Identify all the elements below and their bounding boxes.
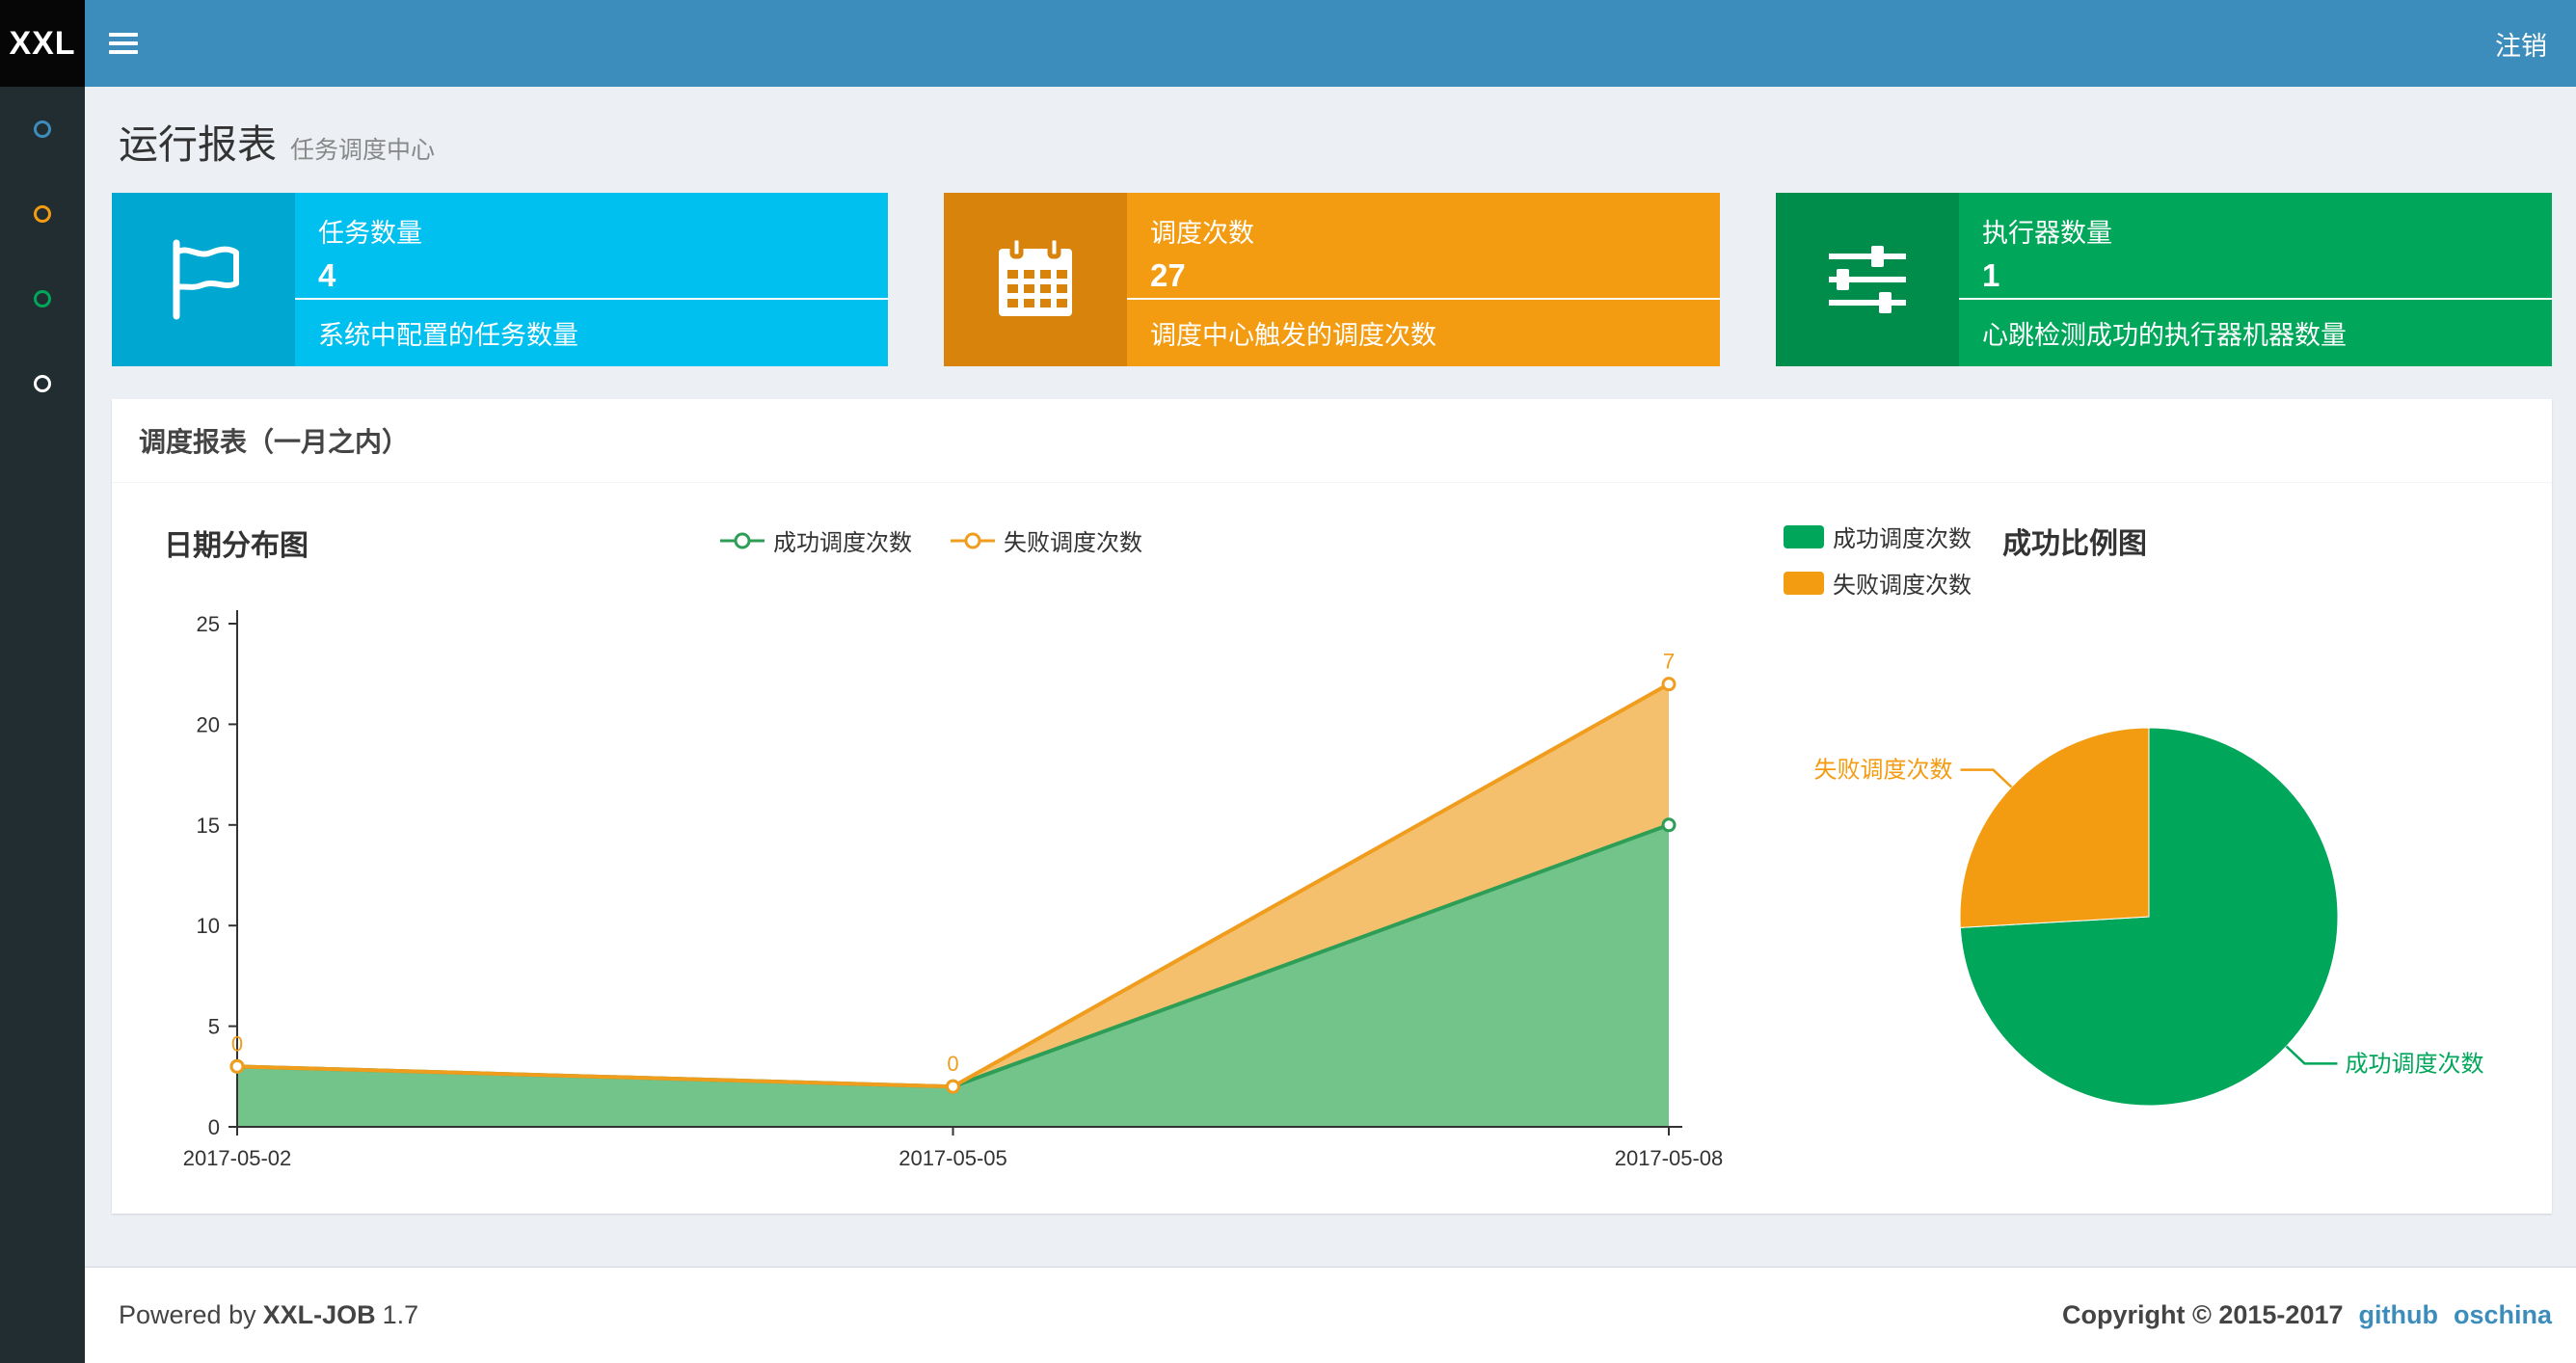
svg-text:0: 0: [947, 1052, 958, 1076]
copyright-text: Copyright © 2015-2017: [2061, 1300, 2344, 1329]
svg-text:5: 5: [208, 1015, 220, 1039]
svg-text:7: 7: [1663, 650, 1675, 674]
flag-icon: [173, 239, 239, 320]
stat-box-triggers: 调度次数 27 调度中心触发的调度次数: [944, 193, 1720, 366]
stat-desc: 心跳检测成功的执行器机器数量: [1959, 298, 2552, 366]
sidebar-menu-item-4[interactable]: [0, 341, 85, 426]
report-card-title: 调度报表（一月之内）: [112, 399, 2552, 483]
circle-icon: [34, 375, 51, 392]
stat-desc: 调度中心触发的调度次数: [1127, 298, 1720, 366]
stat-box-icon-area: [112, 193, 295, 366]
page-title: 运行报表: [119, 122, 277, 167]
powered-by-text: Powered by: [119, 1300, 256, 1329]
success-ratio-chart[interactable]: 成功调度次数 失败调度次数: [1731, 641, 2576, 1200]
stat-title: 任务数量: [318, 219, 422, 248]
svg-text:0: 0: [231, 1031, 243, 1056]
calendar-icon: [999, 235, 1072, 316]
github-link[interactable]: github: [2359, 1300, 2438, 1330]
legend-item-fail[interactable]: 失败调度次数: [951, 523, 1142, 557]
footer: Powered by XXL-JOB 1.7 Copyright © 2015-…: [85, 1267, 2576, 1363]
product-version: 1.7: [382, 1300, 419, 1329]
logout-link[interactable]: 注销: [2495, 25, 2547, 63]
svg-text:成功调度次数: 成功调度次数: [2345, 1051, 2483, 1077]
stat-value: 27: [1150, 257, 1186, 293]
app-logo[interactable]: XXL: [0, 0, 85, 87]
legend-label: 成功调度次数: [773, 530, 912, 556]
report-card: 调度报表（一月之内） 日期分布图 成功调度次数 失败调度次数 0 5 10 15…: [112, 399, 2552, 1214]
legend-label: 失败调度次数: [1833, 573, 1972, 599]
pie-chart-title: 成功比例图: [2002, 528, 2147, 560]
line-marker-icon: [720, 532, 765, 548]
legend-swatch: [1784, 571, 1824, 595]
stat-title: 执行器数量: [1982, 219, 2112, 248]
svg-text:2017-05-02: 2017-05-02: [183, 1146, 292, 1170]
svg-text:25: 25: [197, 612, 220, 636]
svg-text:失败调度次数: 失败调度次数: [1814, 758, 1953, 784]
date-distribution-section: 日期分布图 成功调度次数 失败调度次数 0 5 10 15 20 25 2017…: [131, 496, 1731, 1194]
top-navbar: XXL 注销: [0, 0, 2576, 87]
legend-item-success[interactable]: 成功调度次数: [720, 523, 912, 557]
stat-title: 调度次数: [1150, 219, 1254, 248]
stat-box-icon-area: [944, 193, 1127, 366]
svg-text:2017-05-05: 2017-05-05: [899, 1146, 1007, 1170]
hamburger-icon: [109, 28, 138, 59]
page-subtitle: 任务调度中心: [290, 137, 436, 164]
legend-item-fail[interactable]: 失败调度次数: [1784, 566, 1972, 600]
svg-text:15: 15: [197, 814, 220, 838]
legend-item-success[interactable]: 成功调度次数: [1784, 520, 1972, 553]
circle-icon: [34, 120, 51, 138]
svg-text:20: 20: [197, 712, 220, 736]
stat-box-icon-area: [1776, 193, 1959, 366]
stat-box-jobs: 任务数量 4 系统中配置的任务数量: [112, 193, 888, 366]
content-area: 运行报表 任务调度中心 任务数量 4 系统中配置的任务数量 调度次数 27 调度…: [85, 87, 2576, 1267]
sidebar-menu-item-3[interactable]: [0, 256, 85, 341]
sidebar-menu-item-1[interactable]: [0, 87, 85, 172]
stat-desc: 系统中配置的任务数量: [295, 298, 888, 366]
svg-text:2017-05-08: 2017-05-08: [1615, 1146, 1724, 1170]
success-ratio-section: 成功调度次数 失败调度次数 成功比例图 成功调度次数 失败调度次数: [1731, 496, 2533, 1194]
legend-swatch: [1784, 524, 1824, 548]
sidebar-toggle-button[interactable]: [85, 0, 162, 87]
sliders-icon: [1829, 246, 1906, 313]
line-chart-legend: 成功调度次数 失败调度次数: [131, 523, 1731, 557]
pie-chart-legend: 成功调度次数 失败调度次数: [1784, 520, 1972, 600]
sidebar: [0, 87, 85, 1363]
circle-icon: [34, 290, 51, 307]
date-distribution-chart[interactable]: 05101520252017-05-02 2017-05-05 2017-05-08…: [131, 577, 1731, 1194]
stat-boxes-row: 任务数量 4 系统中配置的任务数量 调度次数 27 调度中心触发的调度次数 执行…: [112, 193, 2552, 366]
page-header: 运行报表 任务调度中心: [112, 87, 2552, 170]
line-marker-icon: [951, 532, 995, 548]
circle-icon: [34, 205, 51, 223]
svg-text:10: 10: [197, 914, 220, 938]
stat-box-executors: 执行器数量 1 心跳检测成功的执行器机器数量: [1776, 193, 2552, 366]
stat-value: 4: [318, 257, 336, 293]
legend-label: 成功调度次数: [1833, 526, 1972, 552]
product-name: XXL-JOB: [262, 1300, 376, 1329]
svg-text:0: 0: [208, 1115, 220, 1139]
sidebar-menu-item-2[interactable]: [0, 172, 85, 256]
oschina-link[interactable]: oschina: [2454, 1300, 2552, 1330]
legend-label: 失败调度次数: [1004, 530, 1142, 556]
stat-value: 1: [1982, 257, 2000, 293]
